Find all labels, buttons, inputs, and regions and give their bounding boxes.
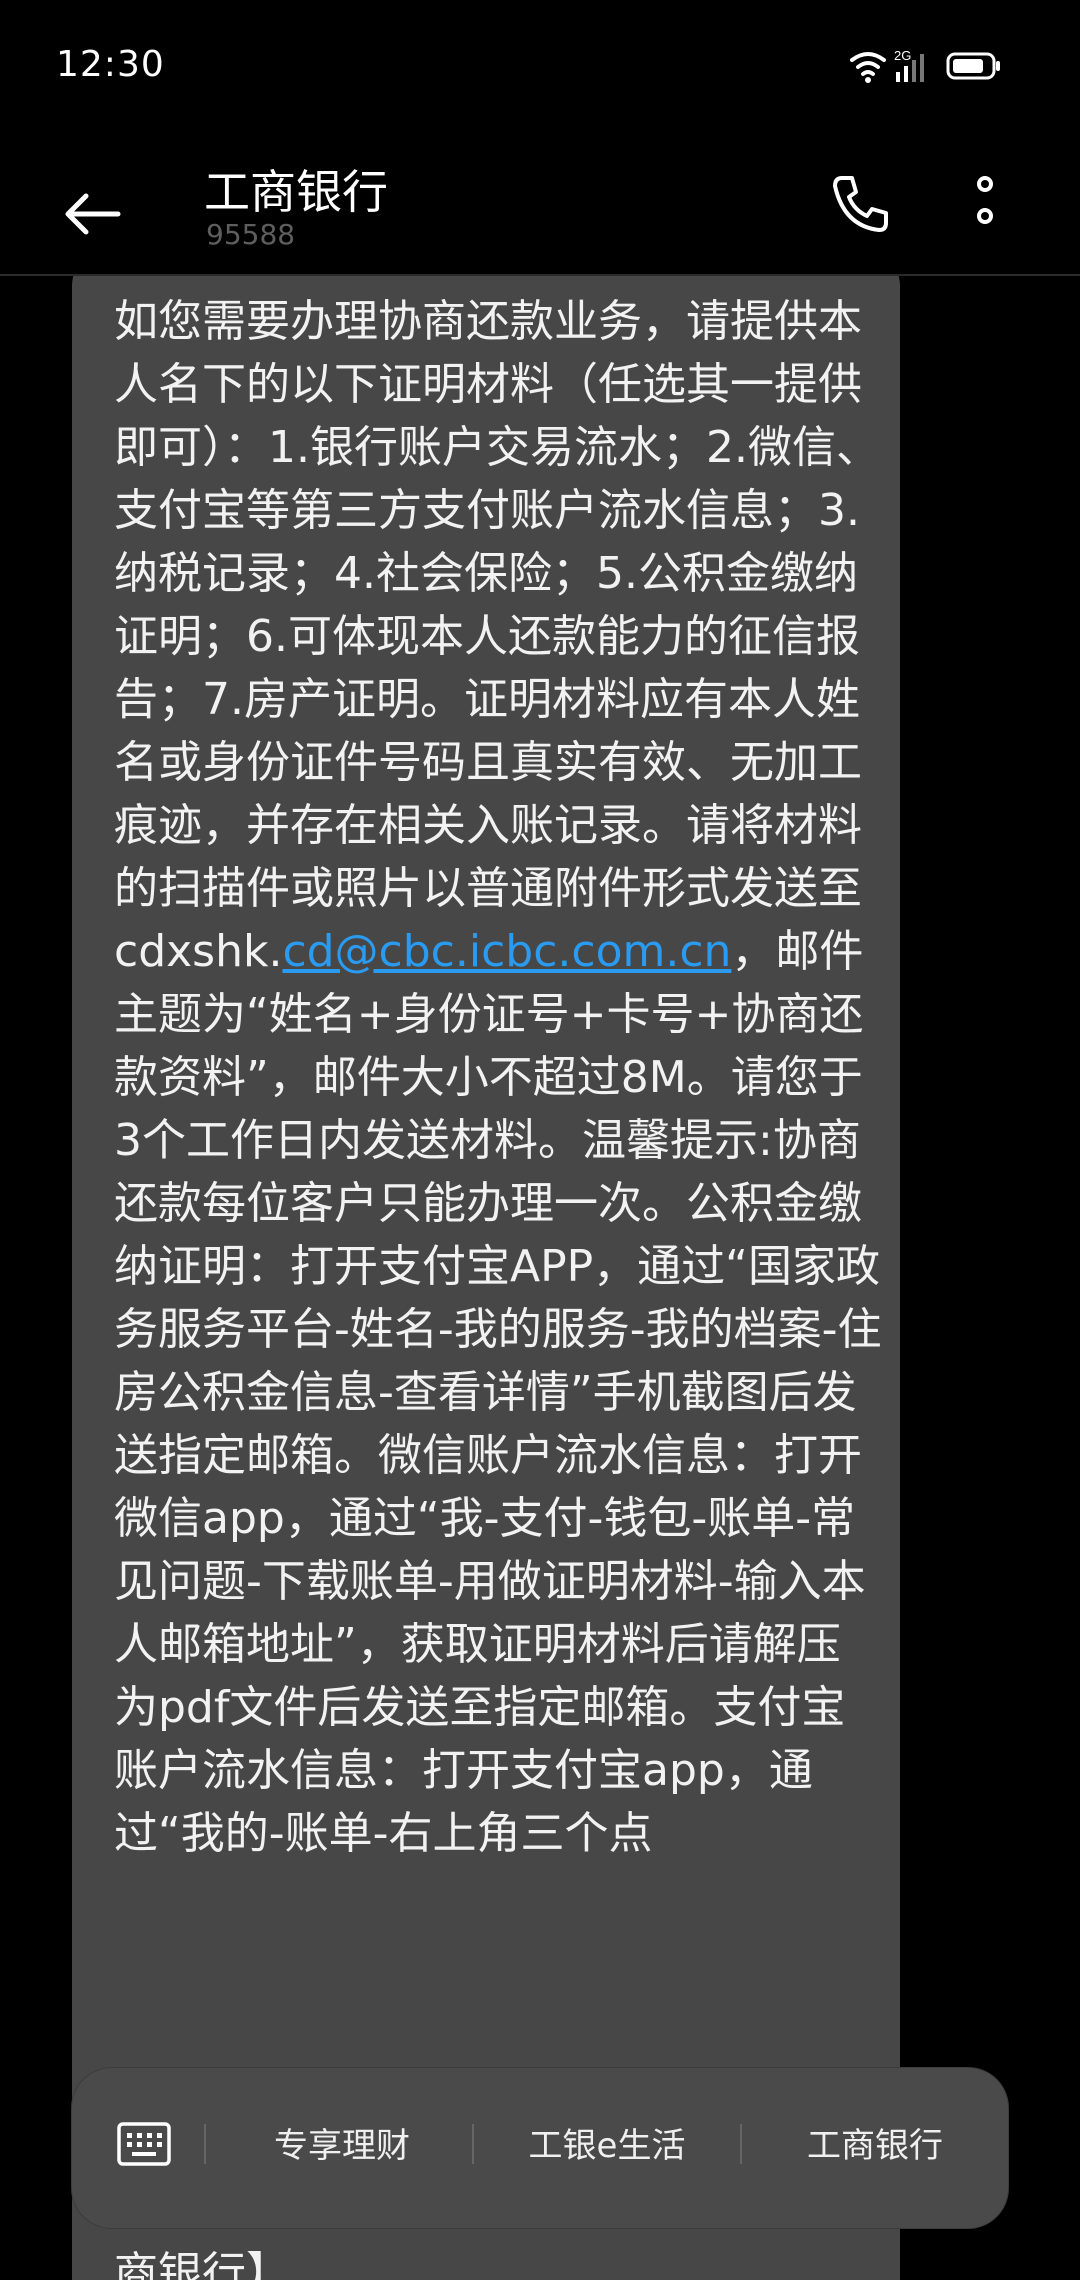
arrow-left-icon (65, 193, 121, 235)
contact-name: 工商银行 (204, 165, 388, 219)
status-time: 12:30 (56, 44, 165, 85)
signal-icon: 2G (894, 48, 924, 82)
quick-menu-item[interactable]: 工银e生活 (474, 2120, 740, 2172)
conversation-header: 工商银行 95588 (0, 134, 1080, 276)
status-bar: 12:30 2G (0, 0, 1080, 134)
message-text-tail: 商银行】 (114, 2248, 290, 2280)
back-button[interactable] (56, 176, 132, 252)
message-text: 如您需要办理协商还款业务，请提供本人名下的以下证明材料（任选其一提供即可）：1.… (114, 290, 884, 1865)
quick-menu-item[interactable]: 工商银行 (742, 2120, 1008, 2172)
keyboard-icon (117, 2122, 171, 2166)
battery-icon (946, 52, 1000, 80)
wifi-icon (850, 52, 886, 83)
more-vertical-icon (977, 176, 993, 224)
status-icons: 2G (848, 46, 1028, 86)
message-list[interactable]: 如您需要办理协商还款业务，请提供本人名下的以下证明材料（任选其一提供即可）：1.… (0, 276, 1080, 2280)
call-button[interactable] (824, 170, 894, 240)
message-text-part: ，邮件主题为“姓名+身份证号+卡号+协商还款资料”，邮件大小不超过8M。请您于3… (114, 926, 882, 1859)
phone-icon (833, 176, 888, 232)
quick-menu-item[interactable]: 专享理财 (212, 2120, 472, 2172)
keyboard-button[interactable] (116, 2120, 172, 2168)
message-text-part: 如您需要办理协商还款业务，请提供本人名下的以下证明材料（任选其一提供即可）：1.… (114, 296, 880, 977)
divider (204, 2124, 206, 2164)
quick-menu-bar: 专享理财 工银e生活 工商银行 (72, 2068, 1008, 2228)
contact-number: 95588 (206, 218, 296, 251)
more-options-button[interactable] (960, 170, 1010, 240)
network-label: 2G (894, 48, 911, 63)
email-link[interactable]: cd@cbc.icbc.com.cn (282, 926, 731, 977)
